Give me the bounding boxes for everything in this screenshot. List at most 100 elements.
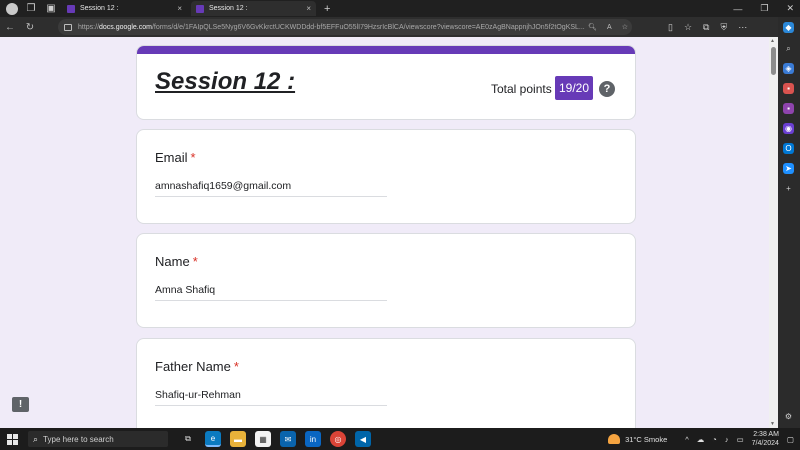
question-card-father-name: Father Name * Shafiq-ur-Rehman: [136, 338, 636, 428]
read-aloud-icon[interactable]: A: [607, 24, 612, 31]
tab-title: Session 12 :: [80, 5, 119, 12]
question-card-email: Email * amnashafiq1659@gmail.com: [136, 129, 636, 224]
start-button[interactable]: [7, 433, 18, 445]
url-host: docs.google.com: [99, 23, 152, 31]
tag-icon[interactable]: ◈: [783, 63, 794, 74]
lock-icon[interactable]: [64, 23, 72, 31]
taskbar-search[interactable]: ⌕ Type here to search: [28, 431, 168, 447]
scroll-up-icon[interactable]: ▲: [770, 38, 775, 44]
question-label: Father Name *: [155, 359, 239, 374]
mail-icon[interactable]: ✉: [280, 431, 296, 447]
question-text: Name: [155, 254, 190, 269]
required-marker: *: [233, 359, 239, 374]
settings-gear-icon[interactable]: ⚙: [783, 411, 794, 422]
chrome-icon[interactable]: ◎: [330, 431, 346, 447]
form-page: Session 12 : Total points 19/20 ? Email *…: [0, 37, 769, 428]
question-text: Father Name: [155, 359, 231, 374]
url-path: /forms/d/e/1FAIpQLSe5Nyg6V6GvKkrctUCKWDD…: [151, 23, 585, 31]
help-icon[interactable]: ?: [599, 81, 615, 97]
refresh-icon[interactable]: ↻: [20, 22, 40, 33]
zoom-icon[interactable]: 🔍︎: [588, 23, 597, 31]
edge-app-icon[interactable]: e: [205, 431, 221, 447]
clock[interactable]: 2:38 AM 7/4/2024: [752, 430, 779, 448]
window-controls: — ❐ ✕: [733, 0, 794, 17]
notifications-icon[interactable]: ▢: [787, 435, 794, 444]
tab-actions-icon[interactable]: ▣: [44, 2, 58, 16]
collections-icon[interactable]: ⧉: [703, 22, 709, 33]
volume-icon[interactable]: ♪: [725, 435, 729, 444]
network-icon[interactable]: ◔: [712, 435, 717, 444]
cloud-icon[interactable]: ☁: [697, 435, 705, 444]
add-icon[interactable]: +: [783, 183, 794, 194]
url-icons: 🔍︎ A ☆: [588, 19, 628, 35]
tools-icon[interactable]: ▪: [783, 103, 794, 114]
tab-session-1[interactable]: Session 12 : ×: [62, 1, 187, 16]
forms-favicon-icon: [67, 4, 75, 13]
time: 2:38 AM: [753, 431, 779, 438]
windows-taskbar: ⌕ Type here to search ⧉ e ▬ ▦ ✉ in ◎ ◀ 3…: [0, 428, 800, 450]
answer-text: amnashafiq1659@gmail.com: [155, 180, 387, 197]
tab-title: Session 12 :: [209, 5, 248, 12]
scrollbar-thumb[interactable]: [771, 47, 776, 75]
new-tab-button[interactable]: +: [324, 3, 330, 15]
tab-close-icon[interactable]: ×: [306, 4, 311, 13]
search-icon: ⌕: [33, 433, 39, 444]
address-bar: ← ↻ https:// docs.google.com /forms/d/e/…: [0, 17, 800, 37]
page-scrollbar[interactable]: ▲ ▼: [769, 37, 778, 428]
question-card-name: Name * Amna Shafiq: [136, 233, 636, 328]
copilot-icon[interactable]: ◆: [783, 22, 794, 33]
favorite-star-icon[interactable]: ☆: [622, 23, 628, 31]
outlook-icon[interactable]: O: [783, 143, 794, 154]
search-icon[interactable]: ⌕: [783, 43, 794, 54]
task-view-icon[interactable]: ⧉: [180, 431, 196, 447]
tab-close-icon[interactable]: ×: [177, 4, 182, 13]
url-field[interactable]: https:// docs.google.com /forms/d/e/1FAI…: [58, 19, 632, 35]
weather-widget[interactable]: 31°C Smoke: [608, 434, 667, 444]
tab-session-2[interactable]: Session 12 : ×: [191, 1, 316, 16]
feedback-icon[interactable]: !: [12, 397, 29, 412]
taskbar-apps: ⧉ e ▬ ▦ ✉ in ◎ ◀: [180, 431, 371, 447]
linkedin-icon[interactable]: in: [305, 431, 321, 447]
required-marker: *: [190, 150, 196, 165]
profile-avatar[interactable]: [6, 2, 18, 15]
weather-text: 31°C Smoke: [625, 434, 668, 444]
shopping-icon[interactable]: ▪: [783, 83, 794, 94]
games-icon[interactable]: ◉: [783, 123, 794, 134]
browser-tools: ▯ ☆ ⧉ ⛨ ⋯: [668, 17, 747, 37]
system-tray: 31°C Smoke ^ ☁ ◔ ♪ ▭ 2:38 AM 7/4/2024 ▢: [608, 428, 794, 450]
maximize-icon[interactable]: ❐: [760, 3, 768, 14]
answer-text: Shafiq-ur-Rehman: [155, 389, 387, 406]
form-title: Session 12 :: [155, 68, 296, 95]
question-text: Email: [155, 150, 188, 165]
question-label: Name *: [155, 254, 198, 269]
question-label: Email *: [155, 150, 196, 165]
weather-icon: [608, 434, 621, 444]
vscode-icon[interactable]: ◀: [355, 431, 371, 447]
send-icon[interactable]: ➤: [783, 163, 794, 174]
accent-band: [137, 46, 635, 54]
url-prefix: https://: [78, 23, 100, 31]
back-icon[interactable]: ←: [0, 22, 20, 33]
favorites-icon[interactable]: ☆: [684, 22, 692, 33]
edge-sidebar: ◆ ⌕ ◈ ▪ ▪ ◉ O ➤ + ⚙: [778, 17, 800, 428]
forms-favicon-icon: [196, 4, 204, 13]
minimize-icon[interactable]: —: [733, 4, 742, 14]
split-screen-icon[interactable]: ▯: [668, 22, 673, 33]
total-points-label: Total points: [491, 82, 552, 96]
close-window-icon[interactable]: ✕: [786, 3, 794, 14]
show-hidden-icons-icon[interactable]: ^: [685, 435, 689, 444]
more-icon[interactable]: ⋯: [738, 22, 747, 33]
store-icon[interactable]: ▦: [255, 431, 271, 447]
browser-window: ❐ ▣ Session 12 : × Session 12 : × + — ❐ …: [0, 0, 800, 428]
form-header-card: Session 12 : Total points 19/20 ?: [136, 45, 636, 120]
extension-icon[interactable]: ⛨: [720, 22, 727, 33]
scroll-down-icon[interactable]: ▼: [770, 421, 775, 427]
battery-icon[interactable]: ▭: [737, 435, 744, 444]
score-badge: 19/20: [555, 76, 593, 100]
tab-bar: ❐ ▣ Session 12 : × Session 12 : × + — ❐ …: [0, 0, 800, 17]
file-explorer-icon[interactable]: ▬: [230, 431, 246, 447]
workspaces-icon[interactable]: ❐: [24, 2, 38, 16]
search-placeholder: Type here to search: [43, 434, 114, 444]
date: 7/4/2024: [751, 440, 779, 447]
answer-text: Amna Shafiq: [155, 284, 387, 301]
